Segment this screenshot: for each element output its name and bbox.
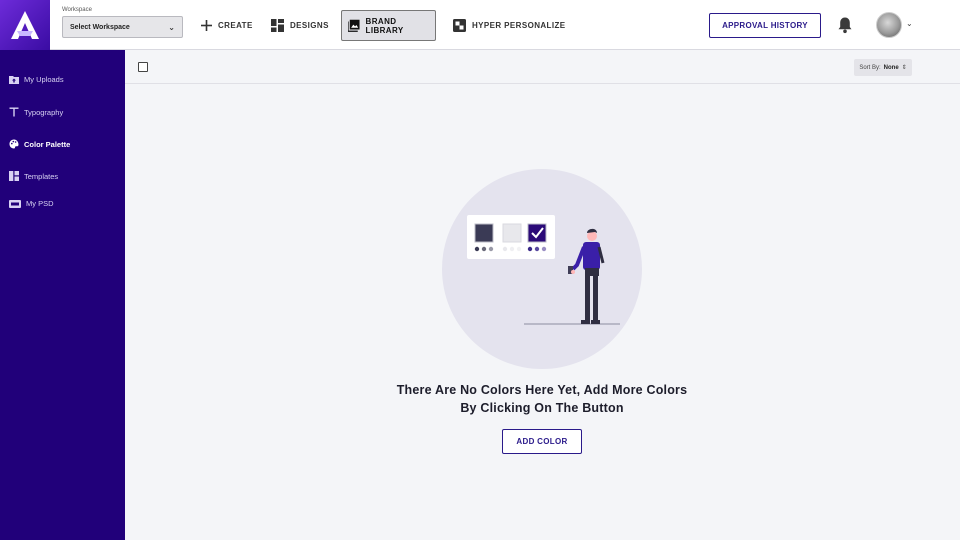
sidebar-item-label: My Uploads xyxy=(24,75,64,84)
nav-brand-library-label: BRAND LIBRARY xyxy=(365,16,404,35)
nav-hyper-personalize[interactable]: HYPER PERSONALIZE xyxy=(447,10,571,41)
empty-state-illustration xyxy=(442,169,642,369)
upload-folder-icon xyxy=(9,76,19,84)
nav-designs-label: DESIGNS xyxy=(290,21,329,30)
add-color-button[interactable]: ADD COLOR xyxy=(502,429,582,454)
content-toolbar: Sort By: None ⇕ xyxy=(125,50,960,84)
avatar[interactable] xyxy=(876,12,902,38)
workspace-label: Workspace xyxy=(62,7,92,13)
chevron-down-icon[interactable]: ⌄ xyxy=(906,19,913,28)
image-icon xyxy=(348,19,360,32)
sidebar-item-color-palette[interactable]: Color Palette xyxy=(9,139,70,149)
empty-state-line-1: There Are No Colors Here Yet, Add More C… xyxy=(396,383,688,397)
nav-brand-library[interactable]: BRAND LIBRARY xyxy=(341,10,436,41)
select-all-checkbox[interactable] xyxy=(138,62,148,72)
sidebar-item-typography[interactable]: Typography xyxy=(9,107,63,117)
sidebar-item-templates[interactable]: Templates xyxy=(9,171,58,181)
nav-designs[interactable]: DESIGNS xyxy=(265,10,335,41)
sidebar: My Uploads Typography Color Palette Temp… xyxy=(0,50,125,540)
palette-icon xyxy=(9,139,19,149)
workspace-select[interactable]: Select Workspace ⌄ xyxy=(62,16,183,38)
typography-icon xyxy=(9,107,19,117)
psd-icon xyxy=(9,199,21,208)
workspace-select-value: Select Workspace xyxy=(70,23,130,31)
sidebar-item-my-psd[interactable]: My PSD xyxy=(9,199,54,208)
nav-hyper-personalize-label: HYPER PERSONALIZE xyxy=(472,21,566,30)
personalize-icon xyxy=(453,19,466,32)
sidebar-item-label: My PSD xyxy=(26,199,54,208)
templates-icon xyxy=(9,171,19,181)
empty-state-message: There Are No Colors Here Yet, Add More C… xyxy=(342,381,742,417)
approval-history-button[interactable]: APPROVAL HISTORY xyxy=(709,13,821,38)
nav-create-label: CREATE xyxy=(218,21,253,30)
sort-label: Sort By: xyxy=(859,64,881,71)
chevron-updown-icon: ⇕ xyxy=(901,65,907,71)
sidebar-item-label: Typography xyxy=(24,107,64,117)
logo-mark-icon xyxy=(11,11,39,39)
nav-create[interactable]: CREATE xyxy=(195,10,259,41)
sort-dropdown[interactable]: Sort By: None ⇕ xyxy=(854,59,912,76)
sort-value: None xyxy=(883,64,899,71)
bell-icon[interactable] xyxy=(836,16,854,34)
sidebar-item-my-uploads[interactable]: My Uploads xyxy=(9,75,64,84)
plus-icon xyxy=(201,20,212,31)
chevron-down-icon: ⌄ xyxy=(168,22,175,32)
empty-state-line-2: By Clicking On The Button xyxy=(460,401,624,415)
sidebar-item-label: Color Palette xyxy=(24,139,71,149)
grid-icon xyxy=(271,19,284,32)
app-logo[interactable] xyxy=(0,0,50,50)
top-bar: Workspace Select Workspace ⌄ CREATE DESI… xyxy=(0,0,960,50)
sidebar-item-label: Templates xyxy=(24,171,59,181)
